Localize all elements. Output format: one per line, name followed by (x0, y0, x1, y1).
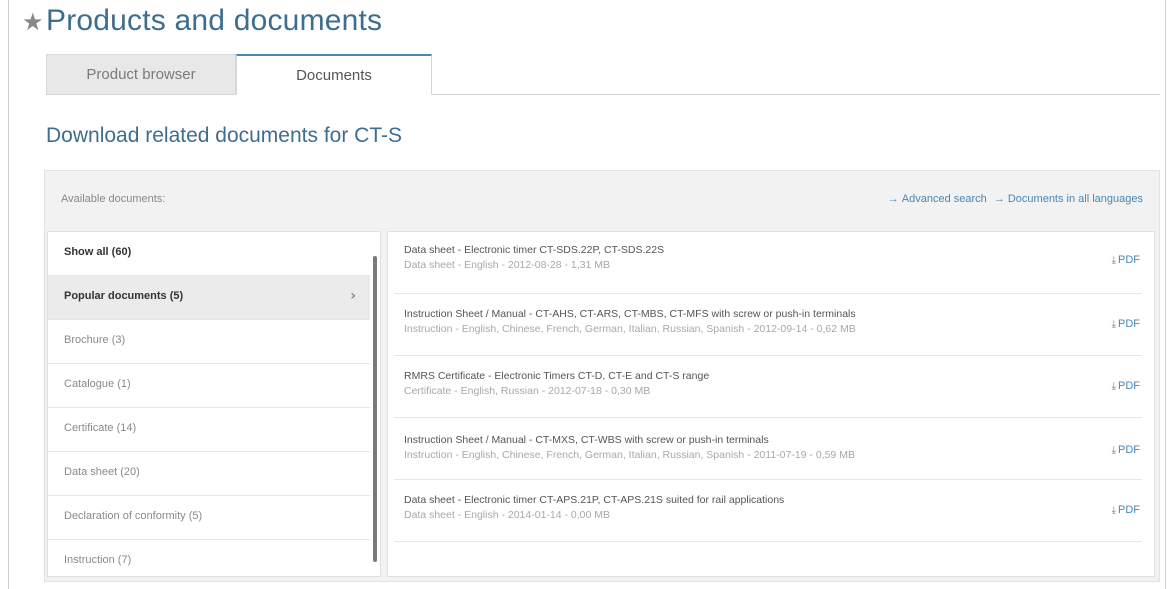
document-list: Data sheet - Electronic timer CT-SDS.22P… (387, 231, 1155, 577)
all-languages-link[interactable]: Documents in all languages (1008, 193, 1143, 205)
download-icon: ⤓ (1111, 381, 1116, 392)
filter-label: Show all (60) (64, 246, 132, 258)
tab-product-browser[interactable]: Product browser (46, 54, 236, 94)
pdf-download-link[interactable]: ⤓ PDF (1112, 318, 1140, 330)
document-meta: Instruction - English, Chinese, French, … (404, 323, 856, 335)
filter-label: Popular documents (5) (64, 290, 184, 302)
filter-item-declaration[interactable]: Declaration of conformity (5) (48, 496, 370, 540)
document-title[interactable]: Instruction Sheet / Manual - CT-AHS, CT-… (404, 308, 856, 320)
filter-label: Brochure (3) (64, 334, 126, 346)
document-title[interactable]: Data sheet - Electronic timer CT-APS.21P… (404, 494, 784, 506)
filter-item-popular[interactable]: Popular documents (5) › (48, 276, 370, 320)
document-meta: Data sheet - English - 2012-08-28 - 1,31… (404, 259, 611, 271)
arrow-right-icon: → (993, 193, 1005, 205)
star-icon[interactable]: ★ (22, 10, 44, 34)
document-row: RMRS Certificate - Electronic Timers CT-… (394, 356, 1142, 418)
filter-item-certificate[interactable]: Certificate (14) (48, 408, 370, 452)
document-row: Data sheet - Electronic timer CT-SDS.22P… (394, 232, 1142, 294)
filter-item-instruction[interactable]: Instruction (7) (48, 540, 370, 584)
pdf-label: PDF (1118, 444, 1140, 456)
tab-bar: Product browser Documents (46, 54, 1160, 95)
document-meta: Certificate - English, Russian - 2012-07… (404, 385, 651, 397)
filter-label: Declaration of conformity (5) (64, 510, 203, 522)
filter-item-data-sheet[interactable]: Data sheet (20) (48, 452, 370, 496)
search-links: → Advanced search → Documents in all langu… (888, 193, 1143, 205)
download-icon: ⤓ (1111, 505, 1116, 516)
available-documents-label: Available documents: (61, 193, 166, 205)
document-title[interactable]: Instruction Sheet / Manual - CT-MXS, CT-… (404, 434, 769, 446)
filter-label: Instruction (7) (64, 554, 132, 566)
documents-panel: Available documents: → Advanced search → D… (44, 170, 1160, 582)
download-icon: ⤓ (1111, 445, 1116, 456)
pdf-download-link[interactable]: ⤓ PDF (1112, 504, 1140, 516)
filter-label: Data sheet (20) (64, 466, 140, 478)
filter-scrollbar[interactable] (373, 256, 377, 562)
pdf-download-link[interactable]: ⤓ PDF (1112, 444, 1140, 456)
pdf-download-link[interactable]: ⤓ PDF (1112, 254, 1140, 266)
filter-item-show-all[interactable]: Show all (60) (48, 232, 370, 276)
chevron-right-icon: › (350, 288, 356, 304)
pdf-label: PDF (1118, 318, 1140, 330)
download-icon: ⤓ (1111, 255, 1116, 266)
filter-item-brochure[interactable]: Brochure (3) (48, 320, 370, 364)
page-title: Products and documents (46, 4, 383, 37)
document-row: Data sheet - Electronic timer CT-APS.21P… (394, 480, 1142, 542)
filter-item-catalogue[interactable]: Catalogue (1) (48, 364, 370, 408)
document-meta: Data sheet - English - 2014-01-14 - 0,00… (404, 509, 611, 521)
pdf-label: PDF (1118, 504, 1140, 516)
document-title[interactable]: RMRS Certificate - Electronic Timers CT-… (404, 370, 709, 382)
section-title: Download related documents for CT-S (46, 124, 403, 147)
pdf-download-link[interactable]: ⤓ PDF (1112, 380, 1140, 392)
filter-label: Catalogue (1) (64, 378, 131, 390)
document-row: Instruction Sheet / Manual - CT-MXS, CT-… (394, 418, 1142, 480)
document-row: Instruction Sheet / Manual - CT-AHS, CT-… (394, 294, 1142, 356)
filter-label: Certificate (14) (64, 422, 137, 434)
pdf-label: PDF (1118, 380, 1140, 392)
download-icon: ⤓ (1111, 319, 1116, 330)
filter-list: Show all (60) Popular documents (5) › Bro… (47, 231, 381, 577)
arrow-right-icon: → (887, 193, 899, 205)
document-title[interactable]: Data sheet - Electronic timer CT-SDS.22P… (404, 244, 664, 256)
pdf-label: PDF (1118, 254, 1140, 266)
document-meta: Instruction - English, Chinese, French, … (404, 449, 855, 461)
tab-documents[interactable]: Documents (236, 54, 432, 95)
advanced-search-link[interactable]: Advanced search (902, 193, 987, 205)
